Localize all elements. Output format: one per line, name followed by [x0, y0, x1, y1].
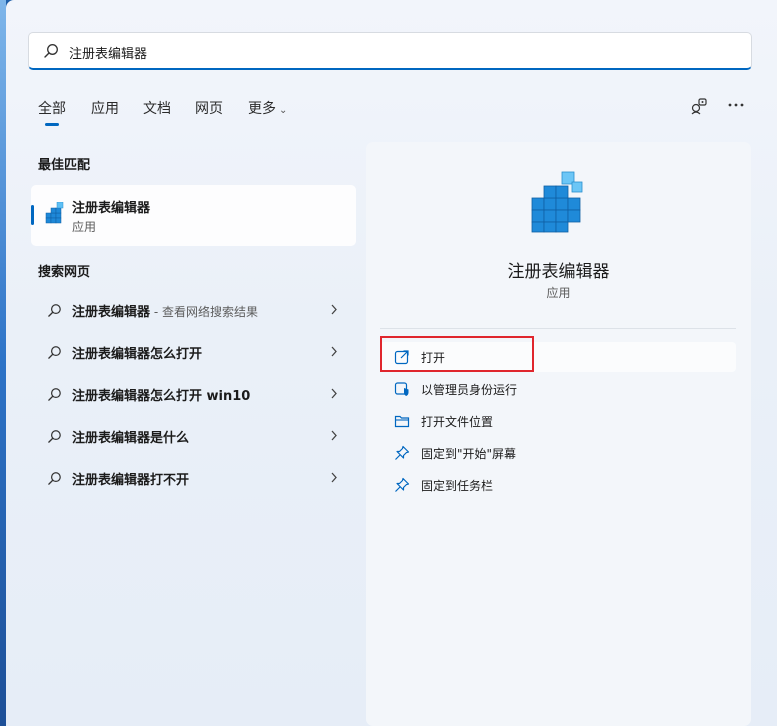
web-result-item[interactable]: 注册表编辑器打不开: [31, 460, 356, 496]
action-label: 以管理员身份运行: [421, 383, 518, 397]
search-input[interactable]: [67, 39, 731, 65]
chevron-right-icon: [331, 388, 337, 399]
web-result-item[interactable]: 注册表编辑器是什么: [31, 418, 356, 454]
best-match-result[interactable]: 注册表编辑器 应用: [31, 185, 356, 246]
web-result-text: 注册表编辑器是什么: [72, 431, 190, 446]
account-switch-icon[interactable]: [690, 97, 708, 115]
detail-pane: 注册表编辑器 应用 打开 以管理员身份运行 打开文件位置 固定到"开始"屏幕 固…: [366, 142, 751, 726]
tab-all[interactable]: 全部: [38, 98, 66, 118]
detail-subtitle: 应用: [546, 286, 571, 300]
tab-more-label: 更多: [248, 101, 276, 117]
web-result-text: 注册表编辑器怎么打开: [72, 347, 203, 362]
chevron-right-icon: [331, 472, 337, 483]
search-icon: [48, 430, 61, 443]
best-match-name: 注册表编辑器: [72, 201, 151, 216]
action-pin-to-taskbar[interactable]: 固定到任务栏: [380, 470, 736, 500]
tab-web[interactable]: 网页: [195, 98, 223, 118]
more-options-icon[interactable]: [727, 98, 745, 112]
search-icon: [48, 346, 61, 359]
web-result-item[interactable]: 注册表编辑器怎么打开: [31, 334, 356, 370]
search-icon: [48, 388, 61, 401]
divider: [380, 328, 736, 329]
web-result-text: 注册表编辑器怎么打开 win10: [72, 389, 251, 404]
web-result-item[interactable]: 注册表编辑器怎么打开 win10: [31, 376, 356, 412]
pin-icon: [395, 477, 410, 492]
admin-shield-icon: [394, 382, 409, 396]
regedit-app-icon: [45, 202, 64, 224]
action-run-as-admin[interactable]: 以管理员身份运行: [380, 374, 736, 404]
action-pin-to-start[interactable]: 固定到"开始"屏幕: [380, 438, 736, 468]
best-match-heading: 最佳匹配: [38, 158, 91, 173]
chevron-right-icon: [331, 346, 337, 357]
web-result-text: 注册表编辑器打不开: [72, 473, 190, 488]
chevron-down-icon: ⌄: [279, 105, 288, 116]
tab-active-indicator: [45, 123, 59, 126]
search-icon: [48, 472, 61, 485]
action-label: 固定到任务栏: [421, 479, 494, 493]
action-label: 固定到"开始"屏幕: [421, 447, 517, 461]
selection-indicator: [31, 205, 34, 225]
search-icon: [44, 44, 58, 58]
best-match-type: 应用: [72, 220, 97, 234]
folder-icon: [394, 415, 410, 428]
highlight-box: [380, 336, 534, 372]
web-result-query: 注册表编辑器: [72, 305, 151, 320]
regedit-large-icon: [531, 171, 583, 233]
detail-title: 注册表编辑器: [507, 262, 610, 282]
action-open-file-location[interactable]: 打开文件位置: [380, 406, 736, 436]
web-result-hint: - 查看网络搜索结果: [150, 305, 258, 319]
action-label: 打开文件位置: [421, 415, 494, 429]
search-box[interactable]: [28, 32, 752, 70]
tab-documents[interactable]: 文档: [143, 98, 171, 118]
pin-icon: [395, 445, 410, 460]
web-result-text: 注册表编辑器 - 查看网络搜索结果: [72, 301, 258, 320]
chevron-right-icon: [331, 430, 337, 441]
tab-more[interactable]: 更多 ⌄: [248, 98, 287, 118]
tab-apps[interactable]: 应用: [91, 98, 119, 118]
web-search-heading: 搜索网页: [38, 265, 91, 280]
chevron-right-icon: [331, 304, 337, 315]
search-icon: [48, 304, 61, 317]
web-result-item[interactable]: 注册表编辑器 - 查看网络搜索结果: [31, 292, 356, 328]
